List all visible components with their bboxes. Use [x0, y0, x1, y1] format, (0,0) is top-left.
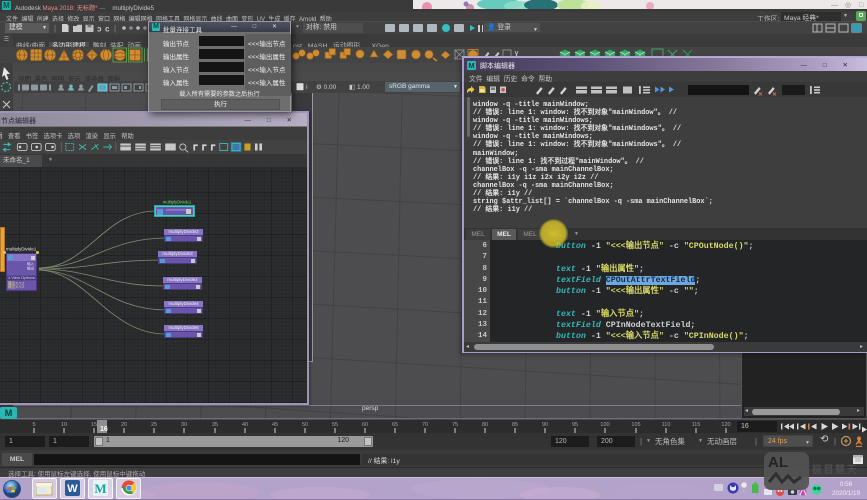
svg-text:115: 115: [692, 422, 701, 428]
svg-text:90: 90: [542, 422, 548, 428]
svg-text:30: 30: [181, 422, 187, 428]
svg-text:c: c: [105, 25, 110, 34]
svg-text:65: 65: [392, 422, 398, 428]
svg-text:35: 35: [212, 422, 218, 428]
svg-text:105: 105: [631, 422, 640, 428]
svg-text:15: 15: [91, 422, 97, 428]
svg-text:16: 16: [100, 426, 108, 433]
svg-text:50: 50: [302, 422, 308, 428]
svg-text:85: 85: [512, 422, 518, 428]
svg-text:20: 20: [121, 422, 127, 428]
svg-text:ↄ: ↄ: [97, 25, 102, 34]
svg-text:60: 60: [362, 422, 368, 428]
svg-text:|: |: [54, 24, 56, 33]
svg-text:55: 55: [332, 422, 338, 428]
svg-text:40: 40: [242, 422, 248, 428]
svg-text:—: —: [831, 2, 838, 9]
svg-text:70: 70: [422, 422, 428, 428]
svg-text:25: 25: [151, 422, 157, 428]
svg-text:75: 75: [452, 422, 458, 428]
svg-text:M: M: [94, 481, 106, 496]
svg-text:95: 95: [572, 422, 578, 428]
svg-text:120: 120: [721, 422, 730, 428]
svg-text:10: 10: [61, 422, 67, 428]
svg-text:5: 5: [32, 422, 35, 428]
svg-text:100: 100: [600, 422, 609, 428]
svg-text:110: 110: [662, 422, 671, 428]
svg-text:W: W: [67, 483, 78, 495]
svg-text:◎: ◎: [845, 2, 851, 9]
svg-text:80: 80: [482, 422, 488, 428]
svg-text:45: 45: [272, 422, 278, 428]
svg-text:|: |: [114, 24, 116, 33]
